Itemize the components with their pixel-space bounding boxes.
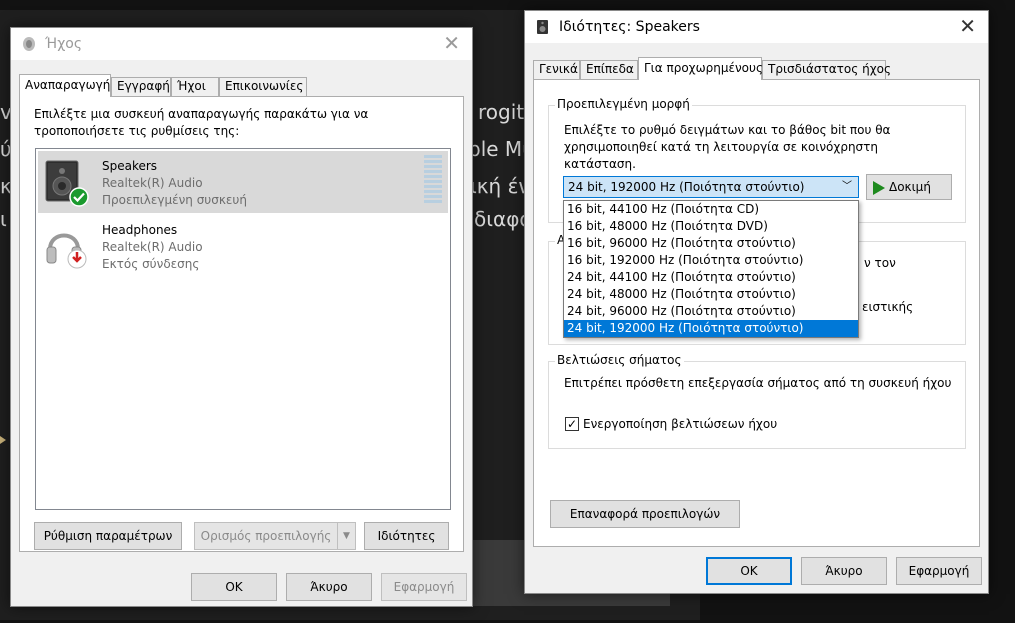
device-name: Speakers	[102, 159, 158, 173]
apply-button[interactable]: Εφαρμογή	[896, 557, 982, 585]
format-option[interactable]: 16 bit, 48000 Hz (Ποιότητα DVD)	[564, 218, 858, 235]
format-option[interactable]: 16 bit, 44100 Hz (Ποιότητα CD)	[564, 201, 858, 218]
format-option[interactable]: 16 bit, 96000 Hz (Ποιότητα στούντιο)	[564, 235, 858, 252]
speaker-device-icon	[45, 160, 89, 207]
play-icon	[873, 180, 885, 195]
format-select-value: 24 bit, 192000 Hz (Ποιότητα στούντιο)	[568, 180, 805, 194]
format-option-selected[interactable]: 24 bit, 192000 Hz (Ποιότητα στούντιο)	[564, 320, 858, 337]
properties-dialog-titlebar: Ιδιότητες: Speakers ✕	[525, 11, 988, 43]
background-text: διαφο	[474, 207, 532, 231]
device-status: Εκτός σύνδεσης	[102, 257, 200, 271]
tab-advanced[interactable]: Για προχωρημένους	[638, 57, 763, 80]
restore-defaults-button[interactable]: Επαναφορά προεπιλογών	[550, 500, 740, 528]
tab-3d-sound[interactable]: Τρισδιάστατος ήχος	[762, 60, 891, 79]
enhancements-checkbox[interactable]: ✓	[565, 417, 579, 431]
format-dropdown-list[interactable]: 16 bit, 44100 Hz (Ποιότητα CD) 16 bit, 4…	[563, 200, 859, 338]
apply-button[interactable]: Εφαρμογή	[381, 573, 467, 601]
device-speakers[interactable]: Speakers Realtek(R) Audio Προεπιλεγμένη …	[38, 151, 448, 213]
enhancements-checkbox-label[interactable]: Ενεργοποίηση βελτιώσεων ήχου	[583, 416, 777, 433]
close-icon[interactable]: ✕	[959, 15, 976, 37]
test-button[interactable]: Δοκιμή	[866, 174, 952, 200]
background-marker-icon	[0, 436, 6, 444]
volume-level-meter	[424, 155, 442, 207]
set-default-button[interactable]: Ορισμός προεπιλογής ▼	[194, 522, 356, 550]
device-status: Προεπιλεγμένη συσκευή	[102, 193, 247, 207]
format-option[interactable]: 16 bit, 192000 Hz (Ποιότητα στούντιο)	[564, 252, 858, 269]
chevron-down-icon[interactable]: ▼	[337, 523, 355, 549]
background-text: ι	[0, 207, 7, 231]
test-button-label: Δοκιμή	[889, 180, 931, 194]
tab-sounds[interactable]: Ήχοι	[171, 77, 219, 96]
speaker-icon	[23, 37, 35, 51]
sound-dialog-title: Ήχος	[45, 36, 83, 52]
device-name: Headphones	[102, 223, 178, 237]
format-option[interactable]: 24 bit, 96000 Hz (Ποιότητα στούντιο)	[564, 303, 858, 320]
speaker-icon	[537, 20, 548, 34]
ok-button[interactable]: OK	[706, 557, 792, 585]
device-list[interactable]: Speakers Realtek(R) Audio Προεπιλεγμένη …	[35, 148, 451, 510]
cancel-button[interactable]: Άκυρο	[286, 573, 372, 601]
headphones-device-icon	[46, 233, 87, 269]
properties-button[interactable]: Ιδιότητες	[364, 522, 449, 550]
configure-button[interactable]: Ρύθμιση παραμέτρων	[34, 522, 182, 550]
tab-general[interactable]: Γενικά	[533, 60, 580, 79]
signal-enhancements-description: Επιτρέπει πρόσθετη επεξεργασία σήματος α…	[564, 376, 952, 390]
signal-enhancements-label: Βελτιώσεις σήματος	[555, 353, 684, 367]
tab-communications[interactable]: Επικοινωνίες	[219, 77, 307, 96]
ok-button[interactable]: OK	[191, 573, 277, 601]
background-text: rogit	[478, 100, 525, 124]
instruction-text: Επιλέξτε μια συσκευή αναπαραγωγής παρακά…	[34, 107, 369, 138]
tab-playback[interactable]: Αναπαραγωγή	[19, 74, 111, 97]
device-headphones[interactable]: Headphones Realtek(R) Audio Εκτός σύνδεσ…	[38, 215, 448, 277]
background-text: ική έν	[470, 174, 530, 198]
properties-dialog: Ιδιότητες: Speakers ✕ Γενικά Επίπεδα Για…	[524, 10, 989, 594]
format-select[interactable]: 24 bit, 192000 Hz (Ποιότητα στούντιο) ﹀	[563, 176, 859, 198]
tab-recording[interactable]: Εγγραφή	[111, 77, 171, 96]
default-format-label: Προεπιλεγμένη μορφή	[555, 97, 692, 111]
tab-levels[interactable]: Επίπεδα	[580, 60, 638, 79]
format-option[interactable]: 24 bit, 48000 Hz (Ποιότητα στούντιο)	[564, 286, 858, 303]
format-option[interactable]: 24 bit, 44100 Hz (Ποιότητα στούντιο)	[564, 269, 858, 286]
device-driver: Realtek(R) Audio	[102, 176, 203, 190]
device-driver: Realtek(R) Audio	[102, 240, 203, 254]
sound-dialog: Ήχος ✕ Αναπαραγωγή Εγγραφή Ήχοι Επικοινω…	[10, 27, 473, 607]
properties-dialog-title: Ιδιότητες: Speakers	[559, 19, 700, 35]
exclusive-mode-text: ειστικής	[862, 300, 914, 314]
default-format-description: Επιλέξτε το ρυθμό δειγμάτων και το βάθος…	[564, 123, 891, 171]
set-default-label: Ορισμός προεπιλογής	[200, 529, 332, 543]
cancel-button[interactable]: Άκυρο	[801, 557, 887, 585]
exclusive-mode-text: ν τον	[864, 256, 896, 270]
close-icon[interactable]: ✕	[443, 32, 460, 54]
chevron-down-icon[interactable]: ﹀	[842, 177, 852, 197]
sound-dialog-titlebar: Ήχος ✕	[11, 28, 472, 60]
